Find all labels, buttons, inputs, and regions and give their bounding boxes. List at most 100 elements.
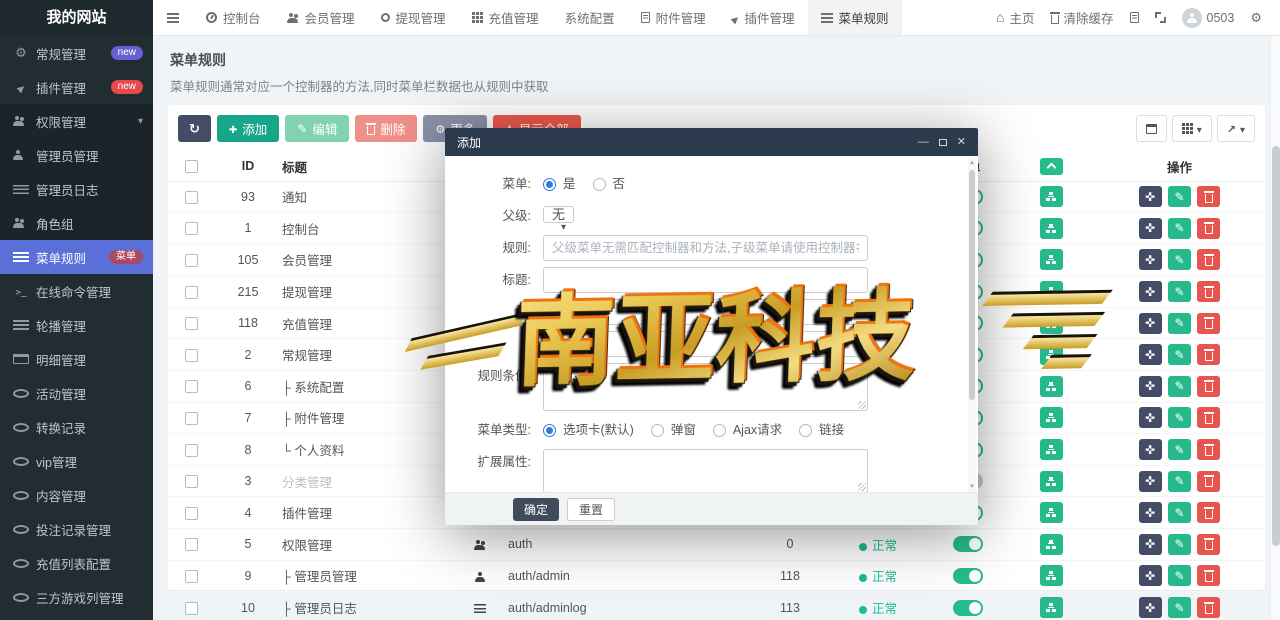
tab-会员管理[interactable]: 会员管理 bbox=[274, 0, 368, 35]
scrollbar-thumb[interactable] bbox=[1272, 146, 1280, 546]
sub-menu-button[interactable] bbox=[1040, 376, 1063, 397]
clear-cache-link[interactable]: 清除缓存 bbox=[1051, 8, 1114, 27]
sub-menu-button[interactable] bbox=[1040, 471, 1063, 492]
sidebar-item-角色组[interactable]: 角色组 bbox=[0, 206, 153, 240]
drag-button[interactable] bbox=[1139, 218, 1162, 239]
row-checkbox[interactable] bbox=[185, 349, 198, 362]
row-delete-button[interactable] bbox=[1197, 534, 1220, 555]
drag-button[interactable] bbox=[1139, 281, 1162, 302]
columns-button[interactable] bbox=[1172, 115, 1212, 142]
scrollbar-thumb[interactable] bbox=[969, 170, 975, 400]
menu-toggle[interactable] bbox=[953, 536, 983, 552]
ok-button[interactable]: 确定 bbox=[513, 498, 559, 521]
row-checkbox[interactable] bbox=[185, 380, 198, 393]
drag-button[interactable] bbox=[1139, 565, 1162, 586]
fullscreen-button[interactable] bbox=[1155, 12, 1166, 23]
sidebar-item-在线命令管理[interactable]: 在线命令管理 bbox=[0, 274, 153, 308]
drag-button[interactable] bbox=[1139, 502, 1162, 523]
sidebar-item-轮播管理[interactable]: 轮播管理 bbox=[0, 308, 153, 342]
drag-button[interactable] bbox=[1139, 597, 1162, 618]
toggle-view-button[interactable] bbox=[1136, 115, 1167, 142]
dialog-scrollbar[interactable]: ▲ ▼ bbox=[968, 158, 976, 492]
row-edit-button[interactable] bbox=[1168, 281, 1191, 302]
sub-menu-button[interactable] bbox=[1040, 218, 1063, 239]
weight-input[interactable] bbox=[543, 331, 868, 357]
menu-toggle[interactable] bbox=[953, 600, 983, 616]
row-checkbox[interactable] bbox=[185, 570, 198, 583]
row-checkbox[interactable] bbox=[185, 191, 198, 204]
tab-附件管理[interactable]: 附件管理 bbox=[628, 0, 719, 35]
sub-menu-button[interactable] bbox=[1040, 249, 1063, 270]
row-delete-button[interactable] bbox=[1197, 249, 1220, 270]
drag-button[interactable] bbox=[1139, 249, 1162, 270]
select-all-checkbox[interactable] bbox=[185, 160, 198, 173]
scroll-down-icon[interactable]: ▼ bbox=[968, 484, 976, 490]
sidebar-item-管理员管理[interactable]: 管理员管理 bbox=[0, 138, 153, 172]
home-link[interactable]: 主页 bbox=[996, 8, 1034, 27]
sub-menu-button[interactable] bbox=[1040, 281, 1063, 302]
sidebar-item-投注记录管理[interactable]: 投注记录管理 bbox=[0, 512, 153, 546]
drag-button[interactable] bbox=[1139, 407, 1162, 428]
menu-no-radio[interactable] bbox=[593, 178, 606, 191]
tab-菜单规则[interactable]: 菜单规则 bbox=[808, 0, 902, 35]
delete-button[interactable]: 删除 bbox=[355, 115, 417, 142]
row-delete-button[interactable] bbox=[1197, 313, 1220, 334]
row-edit-button[interactable] bbox=[1168, 439, 1191, 460]
row-checkbox[interactable] bbox=[185, 317, 198, 330]
row-checkbox[interactable] bbox=[185, 538, 198, 551]
row-delete-button[interactable] bbox=[1197, 376, 1220, 397]
sidebar-item-转换记录[interactable]: 转换记录 bbox=[0, 410, 153, 444]
maximize-icon[interactable] bbox=[939, 139, 947, 146]
type-ajax-radio[interactable] bbox=[713, 424, 726, 437]
close-icon[interactable]: ✕ bbox=[957, 137, 966, 148]
row-delete-button[interactable] bbox=[1197, 281, 1220, 302]
row-edit-button[interactable] bbox=[1168, 565, 1191, 586]
page-scrollbar[interactable] bbox=[1270, 36, 1280, 620]
tab-系统配置[interactable]: 系统配置 bbox=[552, 0, 628, 35]
row-edit-button[interactable] bbox=[1168, 597, 1191, 618]
parent-select[interactable]: 无 bbox=[543, 206, 574, 223]
sidebar-toggle-button[interactable] bbox=[153, 0, 193, 35]
type-popup-radio[interactable] bbox=[651, 424, 664, 437]
minimize-icon[interactable]: — bbox=[918, 137, 929, 148]
sidebar-item-充值列表配置[interactable]: 充值列表配置 bbox=[0, 546, 153, 580]
menu-yes-radio[interactable] bbox=[543, 178, 556, 191]
refresh-button[interactable] bbox=[178, 115, 211, 142]
condition-textarea[interactable] bbox=[543, 363, 868, 411]
sidebar-item-明细管理[interactable]: 明细管理 bbox=[0, 342, 153, 376]
add-button[interactable]: 添加 bbox=[217, 115, 279, 142]
sidebar-item-三方游戏列管理[interactable]: 三方游戏列管理 bbox=[0, 580, 153, 614]
reset-button[interactable]: 重置 bbox=[567, 498, 615, 521]
sub-menu-button[interactable] bbox=[1040, 565, 1063, 586]
row-edit-button[interactable] bbox=[1168, 471, 1191, 492]
sidebar-item-插件管理[interactable]: 插件管理 new bbox=[0, 70, 153, 104]
row-delete-button[interactable] bbox=[1197, 471, 1220, 492]
sub-menu-button[interactable] bbox=[1040, 534, 1063, 555]
type-tab-radio[interactable] bbox=[543, 424, 556, 437]
sub-menu-button[interactable] bbox=[1040, 439, 1063, 460]
tab-插件管理[interactable]: 插件管理 bbox=[719, 0, 808, 35]
rule-input[interactable] bbox=[543, 235, 868, 261]
sidebar-item-管理员日志[interactable]: 管理员日志 bbox=[0, 172, 153, 206]
row-checkbox[interactable] bbox=[185, 475, 198, 488]
row-edit-button[interactable] bbox=[1168, 249, 1191, 270]
row-checkbox[interactable] bbox=[185, 254, 198, 267]
row-delete-button[interactable] bbox=[1197, 186, 1220, 207]
row-checkbox[interactable] bbox=[185, 412, 198, 425]
user-menu[interactable]: 0503 bbox=[1182, 8, 1235, 28]
drag-button[interactable] bbox=[1139, 471, 1162, 492]
row-edit-button[interactable] bbox=[1168, 502, 1191, 523]
tab-控制台[interactable]: 控制台 bbox=[193, 0, 274, 35]
row-checkbox[interactable] bbox=[185, 286, 198, 299]
menu-toggle[interactable] bbox=[953, 568, 983, 584]
row-delete-button[interactable] bbox=[1197, 439, 1220, 460]
edit-button[interactable]: 编辑 bbox=[285, 115, 349, 142]
ext-textarea[interactable] bbox=[543, 449, 868, 492]
sidebar-item-内容管理[interactable]: 内容管理 bbox=[0, 478, 153, 512]
row-delete-button[interactable] bbox=[1197, 565, 1220, 586]
row-edit-button[interactable] bbox=[1168, 313, 1191, 334]
sub-menu-button[interactable] bbox=[1040, 186, 1063, 207]
row-edit-button[interactable] bbox=[1168, 344, 1191, 365]
title-input[interactable] bbox=[543, 267, 868, 293]
drag-button[interactable] bbox=[1139, 376, 1162, 397]
